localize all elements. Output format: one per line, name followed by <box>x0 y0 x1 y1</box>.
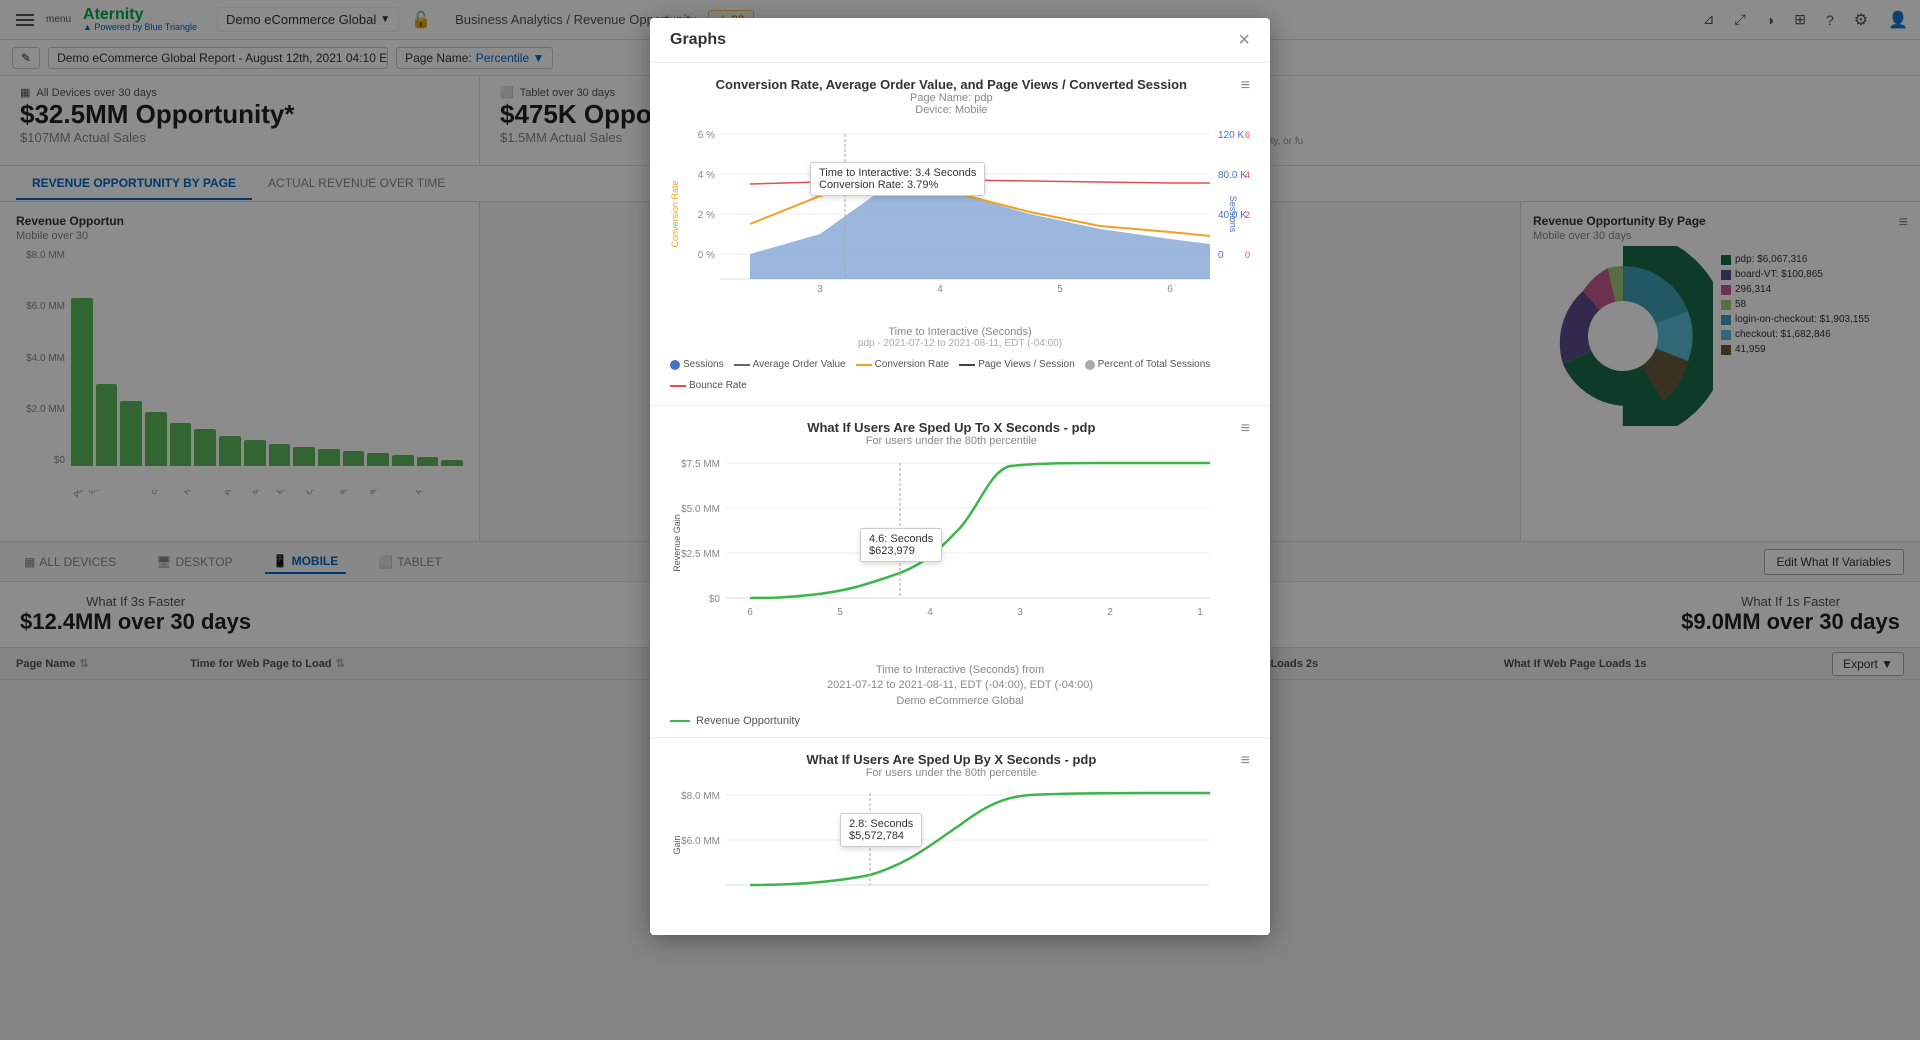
chart1-container: 6 % 4 % 2 % 0 % 120 K 80.0 K 40.0 K 0 60… <box>670 124 1250 324</box>
app-container: menu Aternity ▲ Powered by Blue Triangle… <box>0 0 1920 1040</box>
chart3-tooltip: 2.8: Seconds $5,572,784 <box>840 813 922 847</box>
svg-text:2: 2 <box>1107 607 1113 618</box>
chart1-page-info: Page Name: pdp <box>670 92 1233 104</box>
chart1-range-label: pdp - 2021-07-12 to 2021-08-11, EDT (-04… <box>670 338 1250 349</box>
svg-text:1: 1 <box>1197 607 1203 618</box>
tooltip2-line1: 4.6: Seconds <box>869 533 933 545</box>
chart1-tooltip: Time to Interactive: 3.4 Seconds Convers… <box>810 162 985 196</box>
svg-text:5: 5 <box>1057 284 1063 295</box>
chart1-menu-icon[interactable]: ≡ <box>1241 77 1250 95</box>
svg-text:2 %: 2 % <box>698 210 715 221</box>
chart1-device-info: Device: Mobile <box>670 104 1233 116</box>
svg-text:$6.0 MM: $6.0 MM <box>681 836 720 847</box>
chart3-container: $8.0 MM $6.0 MM Gain 2.8: Seconds $5,572… <box>670 785 1250 925</box>
modal-close-button[interactable]: × <box>1238 30 1250 50</box>
svg-text:0 %: 0 % <box>1245 250 1250 260</box>
chart2-container: $7.5 MM $5.0 MM $2.5 MM $0 6 5 4 3 2 <box>670 453 1250 663</box>
chart2-section: What If Users Are Sped Up To X Seconds -… <box>650 406 1270 738</box>
svg-text:6 %: 6 % <box>698 130 715 141</box>
modal-header: Graphs × <box>650 18 1270 63</box>
svg-text:$2.5 MM: $2.5 MM <box>681 549 720 560</box>
svg-text:5: 5 <box>837 607 843 618</box>
chart1-x-label: Time to Interactive (Seconds) <box>670 326 1250 338</box>
svg-text:20 %: 20 % <box>1245 210 1250 220</box>
chart3-menu-icon[interactable]: ≡ <box>1241 752 1250 770</box>
svg-text:Sessions: Sessions <box>1228 196 1238 233</box>
tooltip-line2: Conversion Rate: 3.79% <box>819 179 976 191</box>
chart1-legend: Sessions Average Order Value Conversion … <box>670 355 1250 395</box>
svg-text:6: 6 <box>747 607 753 618</box>
chart2-subtitle: For users under the 80th percentile <box>670 435 1233 447</box>
conversion-rate-legend: Conversion Rate <box>875 359 949 370</box>
svg-text:Gain: Gain <box>672 836 682 855</box>
svg-text:Conversion Rate: Conversion Rate <box>670 180 680 247</box>
svg-text:3: 3 <box>817 284 823 295</box>
svg-text:3: 3 <box>1017 607 1023 618</box>
chart1-title: Conversion Rate, Average Order Value, an… <box>670 77 1233 92</box>
modal-overlay[interactable]: Graphs × Conversion Rate, Average Order … <box>0 0 1920 1040</box>
chart2-menu-icon[interactable]: ≡ <box>1241 420 1250 438</box>
svg-text:40 %: 40 % <box>1245 170 1250 180</box>
tooltip3-line2: $5,572,784 <box>849 830 913 842</box>
chart2-title: What If Users Are Sped Up To X Seconds -… <box>670 420 1233 435</box>
percent-total-sessions-legend: Percent of Total Sessions <box>1098 359 1211 370</box>
svg-text:Revenue Gain: Revenue Gain <box>672 514 682 572</box>
chart2-x-label: Time to Interactive (Seconds) from 2021-… <box>670 663 1250 709</box>
svg-text:4: 4 <box>927 607 933 618</box>
svg-text:0: 0 <box>1218 250 1224 261</box>
chart3-section: What If Users Are Sped Up By X Seconds -… <box>650 738 1270 935</box>
svg-text:80.0 K: 80.0 K <box>1218 170 1247 181</box>
chart1-section: Conversion Rate, Average Order Value, an… <box>650 63 1270 406</box>
revenue-opportunity-legend: Revenue Opportunity <box>696 715 800 727</box>
modal-title: Graphs <box>670 31 726 49</box>
chart3-title: What If Users Are Sped Up By X Seconds -… <box>670 752 1233 767</box>
svg-text:$8.0 MM: $8.0 MM <box>681 791 720 802</box>
modal: Graphs × Conversion Rate, Average Order … <box>650 18 1270 935</box>
tooltip-line1: Time to Interactive: 3.4 Seconds <box>819 167 976 179</box>
svg-text:6: 6 <box>1167 284 1173 295</box>
tooltip3-line1: 2.8: Seconds <box>849 818 913 830</box>
svg-text:4: 4 <box>937 284 943 295</box>
svg-text:0 %: 0 % <box>698 250 715 261</box>
svg-text:60 %: 60 % <box>1245 130 1250 140</box>
svg-text:$7.5 MM: $7.5 MM <box>681 459 720 470</box>
chart3-subtitle: For users under the 80th percentile <box>670 767 1233 779</box>
svg-text:$5.0 MM: $5.0 MM <box>681 504 720 515</box>
chart2-legend: Revenue Opportunity <box>670 709 1250 727</box>
tooltip2-line2: $623,979 <box>869 545 933 557</box>
svg-text:$0: $0 <box>709 594 721 605</box>
svg-text:4 %: 4 % <box>698 170 715 181</box>
chart2-tooltip: 4.6: Seconds $623,979 <box>860 528 942 562</box>
svg-text:120 K: 120 K <box>1218 130 1244 141</box>
